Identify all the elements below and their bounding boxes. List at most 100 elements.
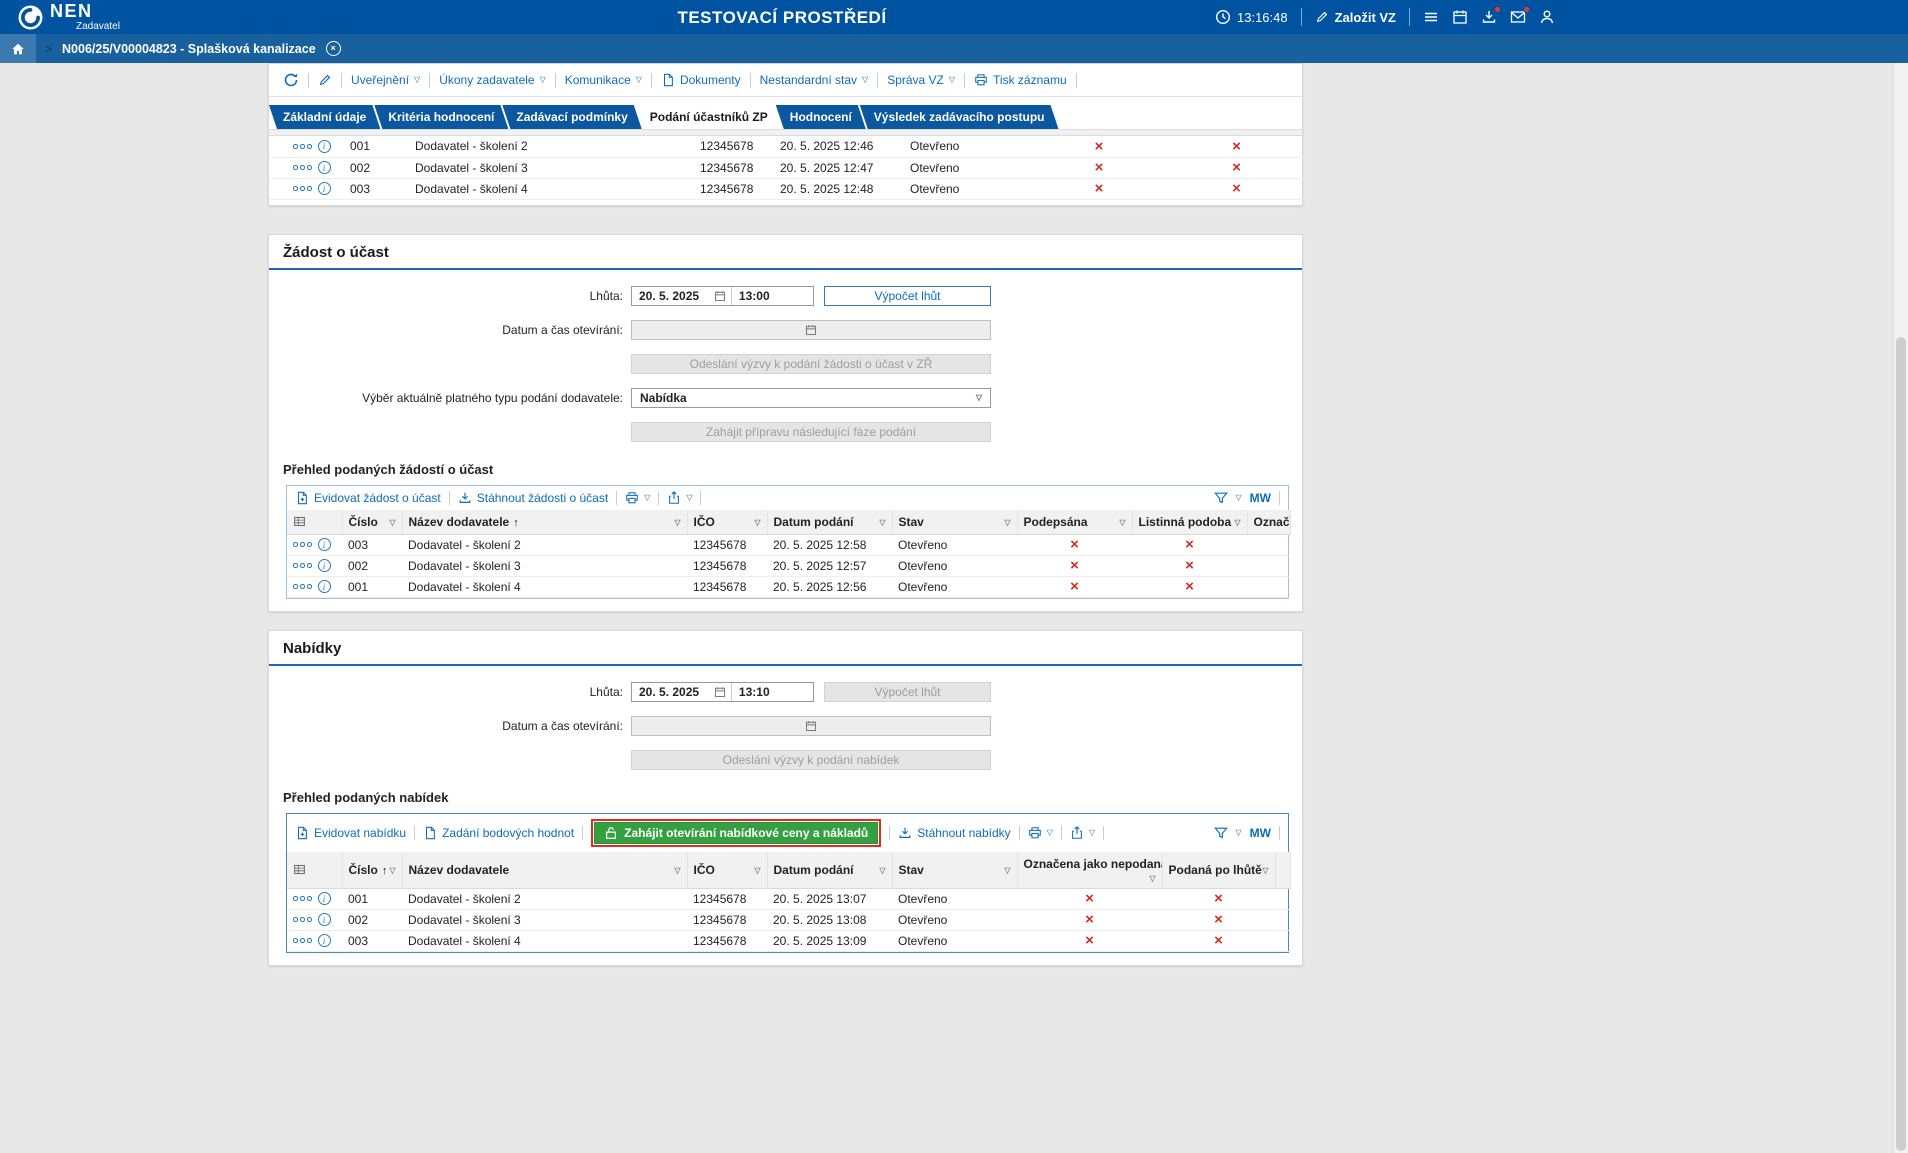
close-record-icon[interactable]: × [326, 41, 341, 56]
mw-toggle[interactable]: MW [1250, 826, 1271, 840]
toolbar-item-dokumenty[interactable]: Dokumenty [661, 73, 741, 87]
info-icon[interactable]: i [318, 182, 331, 195]
row-menu-icon[interactable] [293, 584, 312, 589]
col-stav[interactable]: Stav▽ [892, 510, 1017, 535]
row-menu-icon[interactable] [293, 917, 312, 922]
column-picker[interactable] [287, 852, 342, 889]
tab-vysledek-zadavaciho-postupu[interactable]: Výsledek zadávacího postupu [860, 105, 1059, 129]
row-menu-icon[interactable] [293, 165, 312, 170]
calendar-icon[interactable] [714, 686, 726, 698]
filter-icon[interactable]: ▽ [754, 866, 760, 875]
filter-icon[interactable]: ▽ [389, 866, 395, 875]
calendar-icon[interactable] [1452, 9, 1468, 25]
tab-zakladni-udaje[interactable]: Základní údaje [269, 105, 380, 129]
table-row[interactable]: i 001 Dodavatel - školení 2 12345678 20.… [269, 136, 1304, 157]
row-menu-icon[interactable] [293, 896, 312, 901]
toolbar-item-tisk-zaznamu[interactable]: Tisk záznamu [974, 73, 1067, 87]
export-table-button[interactable]: ▽ [1070, 826, 1095, 840]
toolbar-item-komunikace[interactable]: Komunikace ▽ [565, 73, 642, 87]
filter-icon[interactable]: ▽ [1119, 518, 1125, 527]
home-button[interactable] [0, 34, 36, 63]
col-datum-podani[interactable]: Datum podání▽ [767, 852, 892, 889]
deadline-datetime-input[interactable]: 20. 5. 2025 13:00 [631, 286, 814, 306]
nen-logo[interactable]: NEN Zadavatel [0, 2, 120, 32]
vypocet-lhut-button[interactable]: Výpočet lhůt [824, 682, 991, 702]
col-ico[interactable]: IČO▽ [687, 510, 767, 535]
toolbar-item-uverejneni[interactable]: Uveřejnění ▽ [351, 73, 420, 87]
zadani-bodovych-hodnot-button[interactable]: Zadání bodových hodnot [423, 826, 574, 840]
tab-podani-ucastniku-zp[interactable]: Podání účastníků ZP [636, 105, 782, 129]
filter-icon[interactable]: ▽ [1262, 866, 1268, 875]
mail-icon[interactable] [1510, 9, 1526, 25]
col-cislo[interactable]: Číslo▽ [342, 510, 402, 535]
table-row[interactable]: i 002 Dodavatel - školení 3 12345678 20.… [269, 157, 1304, 178]
user-icon[interactable] [1539, 9, 1555, 25]
col-cislo[interactable]: Číslo↑▽ [342, 852, 402, 889]
filter-funnel-icon[interactable] [1214, 491, 1228, 505]
evidovat-zadost-button[interactable]: Evidovat žádost o účast [295, 491, 441, 505]
col-podepsana[interactable]: Podepsána▽ [1017, 510, 1132, 535]
toolbar-item-sprava-vz[interactable]: Správa VZ ▽ [887, 73, 955, 87]
start-next-phase-button[interactable]: Zahájit přípravu následující fáze podání [631, 422, 991, 442]
info-icon[interactable]: i [318, 161, 331, 174]
info-icon[interactable]: i [318, 538, 331, 551]
info-icon[interactable]: i [318, 559, 331, 572]
calendar-icon[interactable] [805, 324, 817, 336]
filter-icon[interactable]: ▽ [1234, 518, 1240, 527]
info-icon[interactable]: i [318, 892, 331, 905]
refresh-icon[interactable] [283, 72, 299, 88]
filter-icon[interactable]: ▽ [1004, 866, 1010, 875]
print-table-button[interactable]: ▽ [1028, 826, 1053, 840]
col-listinna-podoba[interactable]: Listinná podoba▽ [1132, 510, 1247, 535]
filter-icon[interactable]: ▽ [674, 866, 680, 875]
scrollbar[interactable] [1893, 63, 1908, 1153]
toolbar-item-nestandardni-stav[interactable]: Nestandardní stav ▽ [760, 73, 869, 87]
info-icon[interactable]: i [318, 580, 331, 593]
deadline-date-value[interactable]: 20. 5. 2025 [639, 289, 699, 303]
opening-datetime-input[interactable] [631, 320, 991, 340]
opening-datetime-input[interactable] [631, 716, 991, 736]
vypocet-lhut-button[interactable]: Výpočet lhůt [824, 286, 991, 306]
scrollbar-thumb[interactable] [1896, 337, 1906, 1151]
column-picker[interactable] [287, 510, 342, 535]
send-call-for-requests-button[interactable]: Odeslání výzvy k podání žádosti o účast … [631, 354, 991, 374]
send-call-for-offers-button[interactable]: Odeslání výzvy k podání nabídek [631, 750, 991, 770]
open-prices-button[interactable]: Zahájit otevírání nabídkové ceny a nákla… [594, 822, 878, 844]
filter-funnel-icon[interactable] [1214, 826, 1228, 840]
info-icon[interactable]: i [318, 934, 331, 947]
col-stav[interactable]: Stav▽ [892, 852, 1017, 889]
col-datum-podani[interactable]: Datum podání▽ [767, 510, 892, 535]
submission-type-select[interactable]: Nabídka ▽ [631, 388, 991, 408]
table-row[interactable]: i 001 Dodavatel - školení 4 12345678 20.… [287, 576, 1290, 597]
tab-kriteria-hodnoceni[interactable]: Kritéria hodnocení [374, 105, 508, 129]
col-ico[interactable]: IČO▽ [687, 852, 767, 889]
deadline-datetime-input[interactable]: 20. 5. 2025 13:10 [631, 682, 814, 702]
breadcrumb-item[interactable]: N006/25/V00004823 - Splašková kanalizace [62, 42, 316, 56]
filter-icon[interactable]: ▽ [879, 866, 885, 875]
row-menu-icon[interactable] [293, 563, 312, 568]
edit-icon[interactable] [318, 73, 332, 87]
table-row[interactable]: i 003 Dodavatel - školení 4 12345678 20.… [269, 178, 1304, 199]
tab-hodnoceni[interactable]: Hodnocení [776, 105, 866, 129]
tab-zadavaci-podminky[interactable]: Zadávací podmínky [502, 105, 641, 129]
evidovat-nabidku-button[interactable]: Evidovat nabídku [295, 826, 406, 840]
download-icon[interactable] [1481, 9, 1497, 25]
table-row[interactable]: i 003 Dodavatel - školení 4 12345678 20.… [287, 930, 1290, 951]
table-row[interactable]: i 001 Dodavatel - školení 2 12345678 20.… [287, 888, 1290, 909]
row-menu-icon[interactable] [293, 186, 312, 191]
deadline-time-value[interactable]: 13:10 [731, 683, 813, 701]
filter-icon[interactable]: ▽ [674, 518, 680, 527]
row-menu-icon[interactable] [293, 938, 312, 943]
col-nazev-dodavatele[interactable]: Název dodavatele↑▽ [402, 510, 687, 535]
calendar-icon[interactable] [805, 720, 817, 732]
filter-icon[interactable]: ▽ [754, 518, 760, 527]
info-icon[interactable]: i [318, 140, 331, 153]
export-table-button[interactable]: ▽ [667, 491, 692, 505]
col-nazev-dodavatele[interactable]: Název dodavatele▽ [402, 852, 687, 889]
filter-icon[interactable]: ▽ [1004, 518, 1010, 527]
row-menu-icon[interactable] [293, 144, 312, 149]
menu-icon[interactable] [1423, 9, 1439, 25]
toolbar-item-ukony-zadavatele[interactable]: Úkony zadavatele ▽ [439, 73, 546, 87]
filter-icon[interactable]: ▽ [389, 518, 395, 527]
table-row[interactable]: i 002 Dodavatel - školení 3 12345678 20.… [287, 555, 1290, 576]
